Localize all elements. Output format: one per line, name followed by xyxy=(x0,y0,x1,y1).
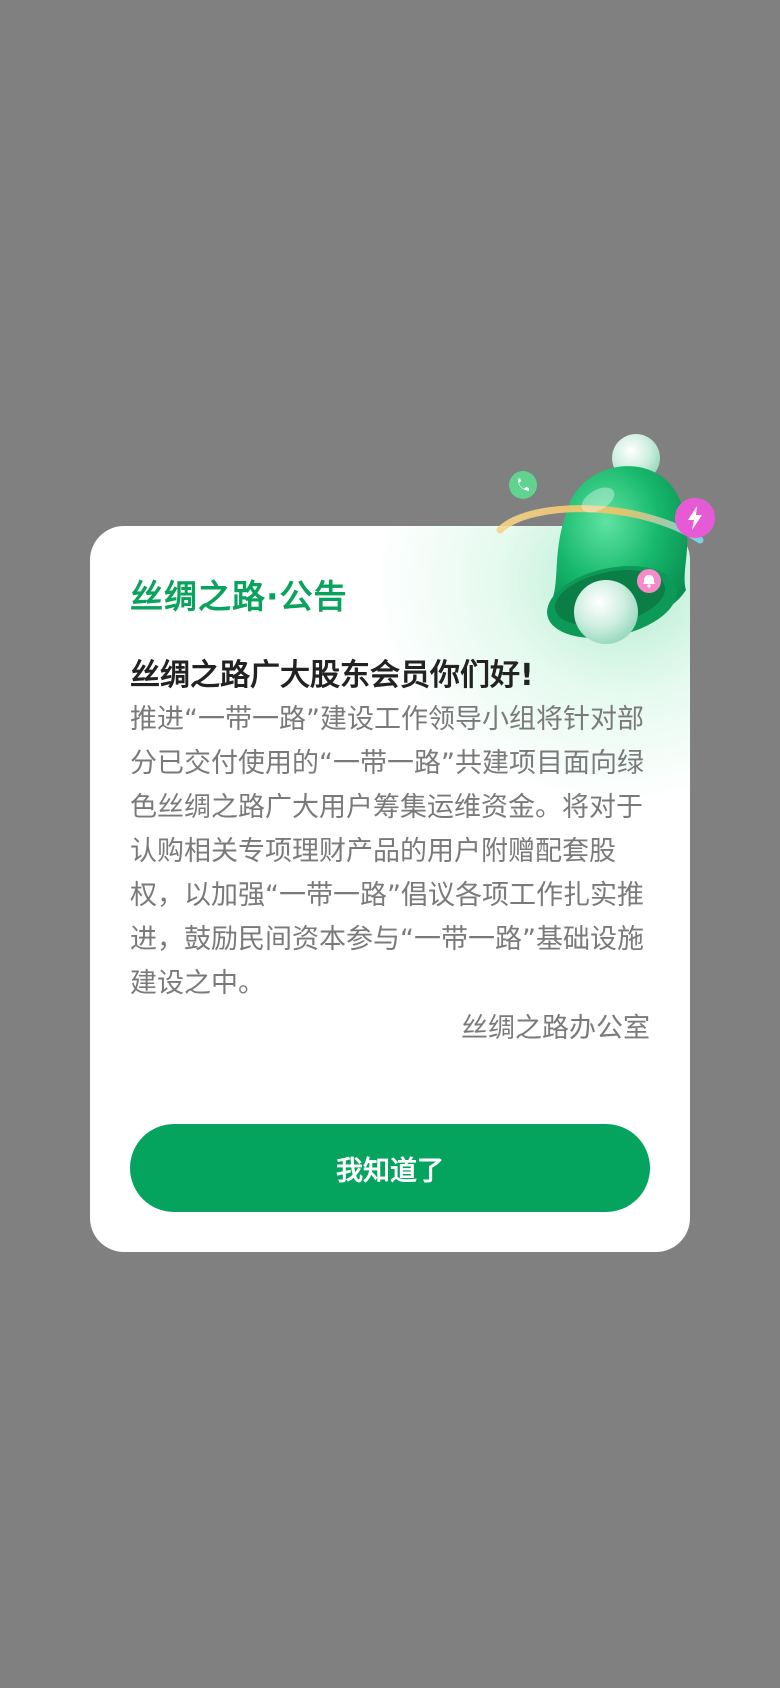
dialog-title: 丝绸之路·公告 xyxy=(130,577,348,616)
bell-icon xyxy=(496,434,704,644)
dialog-body: 推进“一带一路”建设工作领导小组将针对部分已交付使用的“一带一路”共建项目面向绿… xyxy=(130,704,644,999)
bell-illustration xyxy=(490,430,720,660)
confirm-button[interactable]: 我知道了 xyxy=(130,1124,650,1212)
phone-icon xyxy=(509,471,537,499)
dialog-greeting: 丝绸之路广大股东会员你们好! xyxy=(130,658,534,693)
dialog-signature: 丝绸之路办公室 xyxy=(461,1013,650,1044)
notification-icon xyxy=(637,569,661,593)
lightning-icon xyxy=(675,498,715,538)
